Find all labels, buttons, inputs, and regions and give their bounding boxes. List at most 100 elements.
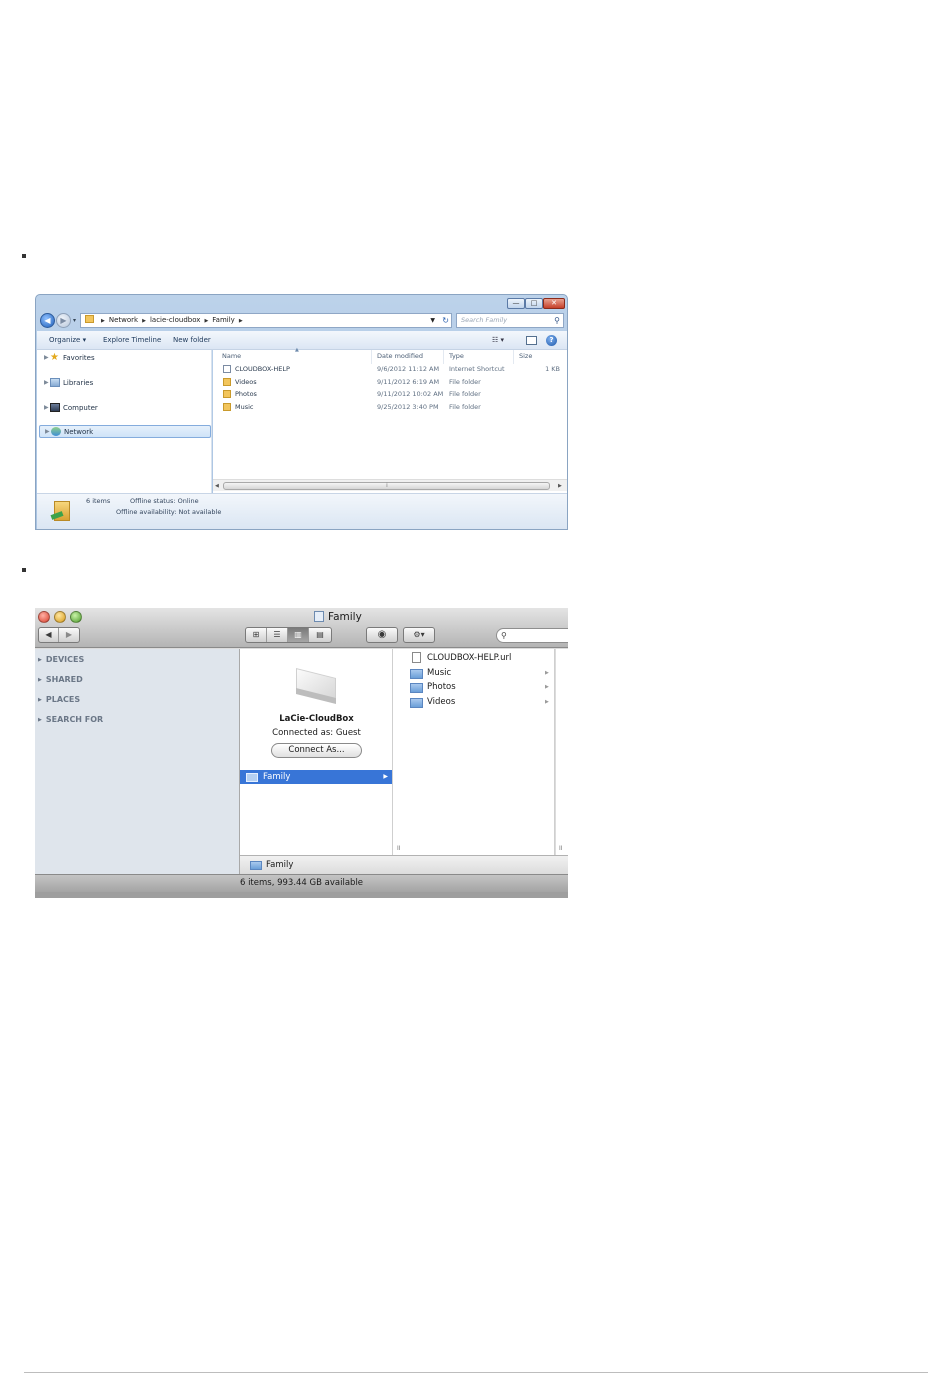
new-folder-button[interactable]: New folder [173,331,211,350]
recent-pages-dropdown[interactable]: ▾ [73,317,76,324]
minimize-button[interactable]: — [507,298,525,309]
list-item[interactable]: CLOUDBOX-HELP.url [393,651,555,665]
sidebar-section-shared[interactable]: ▶ SHARED [38,674,83,686]
sidebar-section-places[interactable]: ▶ PLACES [38,694,80,706]
zoom-window-button[interactable] [70,611,82,623]
column-resize-handle[interactable]: II [559,845,563,852]
windows-explorer-window: — □ ✕ ◀ ▶ ▾ ▶ Network ▶ lacie-cloudbox ▶ Fami… [35,294,568,530]
close-button[interactable]: ✕ [543,298,565,309]
scroll-right-icon[interactable]: ▶ [558,480,562,492]
connect-as-button[interactable]: Connect As... [271,743,362,758]
eye-icon: ◉ [377,629,387,640]
disclosure-triangle-icon[interactable]: ▶ [38,717,42,723]
preview-pane-icon[interactable] [526,336,537,345]
help-icon[interactable]: ? [546,335,557,346]
finder-sidebar: ▶ DEVICES ▶ SHARED ▶ PLACES ▶ SEARCH FOR [35,649,240,874]
back-arrow-icon[interactable]: ◀ [39,628,59,642]
nav-item-computer[interactable]: ▶ Computer [37,402,211,414]
back-forward-control: ◀ ▶ [38,627,80,643]
forward-button[interactable]: ▶ [56,313,71,328]
nav-item-libraries[interactable]: ▶ Libraries [37,377,211,389]
expand-arrow-icon[interactable]: ▶ [45,426,50,438]
shortcut-icon [223,365,231,373]
folder-icon [223,402,231,411]
nav-item-label: Computer [63,404,98,412]
list-item[interactable]: Videos ▶ [393,695,555,709]
server-column: LaCie-CloudBox Connected as: Guest Conne… [240,649,393,855]
search-input[interactable]: Search Family ⚲ [456,313,564,328]
nav-item-label: Favorites [63,354,95,362]
expand-arrow-icon[interactable]: ▶ [44,402,49,414]
folder-icon [223,390,231,398]
change-view-icon[interactable]: ☷ ▾ [492,336,504,344]
file-row[interactable]: Music 9/25/2012 3:40 PM File folder [213,401,567,413]
sidebar-section-label: SHARED [45,675,83,684]
sidebar-section-label: SEARCH FOR [45,715,104,724]
column-divider[interactable] [443,350,444,364]
network-icon [51,427,61,436]
folder-proxy-icon[interactable] [314,611,324,622]
column-header-size[interactable]: Size [519,352,532,360]
sidebar-section-search-for[interactable]: ▶ SEARCH FOR [38,714,103,726]
nav-item-favorites[interactable]: ▶ ★ Favorites [37,352,211,364]
column-header-name[interactable]: Name [222,352,241,360]
scroll-left-icon[interactable]: ◀ [215,480,219,492]
explore-timeline-button[interactable]: Explore Timeline [103,331,161,350]
file-row[interactable]: CLOUDBOX-HELP 9/6/2012 11:12 AM Internet… [213,363,567,375]
file-name: Videos [235,377,257,386]
back-button[interactable]: ◀ [40,313,55,328]
column-resize-handle[interactable]: II [397,845,401,852]
quick-look-button[interactable]: ◉ [366,627,398,643]
file-row[interactable]: Photos 9/11/2012 10:02 AM File folder [213,388,567,400]
column-view-icon[interactable]: ▥ [288,628,309,642]
expand-arrow-icon[interactable]: ▶ [44,377,49,389]
minimize-window-button[interactable] [54,611,66,623]
chevron-right-icon: ▶ [101,318,105,324]
list-item[interactable]: Photos ▶ [393,680,555,694]
close-window-button[interactable] [38,611,50,623]
organize-menu[interactable]: Organize ▾ [49,331,86,350]
icon-view-icon[interactable]: ⊞ [246,628,267,642]
url-file-icon [412,652,421,663]
column-divider[interactable] [371,350,372,364]
disclosure-triangle-icon[interactable]: ▶ [38,657,42,663]
file-row[interactable]: Videos 9/11/2012 6:19 AM File folder [213,376,567,388]
breadcrumb-family[interactable]: Family [212,316,235,324]
disclosure-triangle-icon[interactable]: ▶ [38,697,42,703]
scrollbar-thumb[interactable]: ⁞ [223,482,550,490]
file-type: File folder [449,402,481,411]
breadcrumb-lacie-cloudbox[interactable]: lacie-cloudbox [150,316,200,324]
horizontal-scrollbar[interactable]: ◀ ⁞ ▶ [213,479,567,491]
action-menu-button[interactable]: ⚙▾ [403,627,435,643]
contents-column: CLOUDBOX-HELP.url Music ▶ Photos ▶ Video… [393,649,555,855]
folder-icon [250,861,262,870]
address-row: ◀ ▶ ▾ ▶ Network ▶ lacie-cloudbox ▶ Family ▶ ▼ … [36,312,567,330]
path-bar-item[interactable]: Family [266,856,293,875]
column-header-date[interactable]: Date modified [377,352,423,360]
breadcrumb-network[interactable]: Network [109,316,138,324]
address-bar[interactable]: ▶ Network ▶ lacie-cloudbox ▶ Family ▶ ▼ ↻ [80,313,452,328]
column-divider[interactable] [513,350,514,364]
column-header-type[interactable]: Type [449,352,464,360]
offline-status: Offline status: Online [130,497,199,505]
chevron-right-icon: ▶ [545,684,549,690]
list-view-icon[interactable]: ☰ [267,628,288,642]
details-pane: 6 items Offline status: Online Offline a… [37,493,567,529]
search-field[interactable]: ⚲ [496,628,568,643]
column-item-family[interactable]: Family ▶ [240,770,392,784]
folder-icon [223,377,231,386]
computer-icon [50,403,60,412]
search-icon[interactable]: ⚲ [554,314,560,327]
address-dropdown-icon[interactable]: ▼ [430,314,435,327]
maximize-button[interactable]: □ [525,298,543,309]
navigation-pane: ▶ ★ Favorites ▶ Libraries ▶ Computer ▶ N… [37,350,212,493]
sidebar-section-devices[interactable]: ▶ DEVICES [38,654,84,666]
coverflow-view-icon[interactable]: ▤ [309,628,331,642]
refresh-icon[interactable]: ↻ [442,314,449,327]
forward-arrow-icon[interactable]: ▶ [59,628,79,642]
nav-item-network[interactable]: ▶ Network [39,425,211,438]
expand-arrow-icon[interactable]: ▶ [44,352,49,364]
list-item[interactable]: Music ▶ [393,666,555,680]
background-window-strip [35,892,568,898]
disclosure-triangle-icon[interactable]: ▶ [38,677,42,683]
